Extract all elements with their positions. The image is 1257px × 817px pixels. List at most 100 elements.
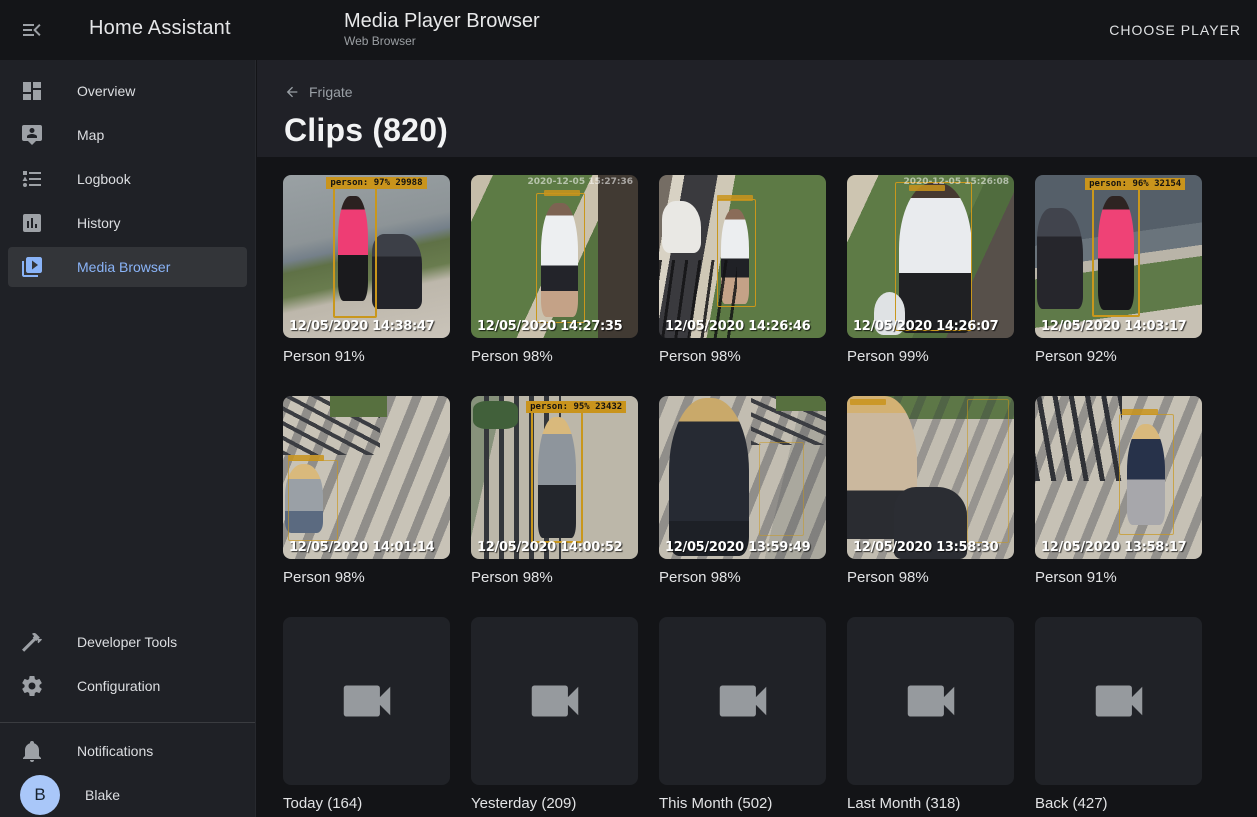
video-icon xyxy=(900,670,962,732)
media-folder-card[interactable]: Today (164) xyxy=(283,617,450,814)
detection-bbox xyxy=(536,193,584,323)
sidebar-item-label: History xyxy=(77,215,121,231)
clip-thumbnail: person: 97% 29988 12/05/2020 14:38:47 xyxy=(283,175,450,338)
media-clip-card[interactable]: person: 97% 29988 12/05/2020 14:38:47 Pe… xyxy=(283,175,450,367)
sidebar-item-label: Logbook xyxy=(77,171,131,187)
folder-tile xyxy=(283,617,450,785)
menu-open-icon[interactable] xyxy=(20,18,44,42)
app-title: Home Assistant xyxy=(89,17,231,40)
video-icon xyxy=(524,670,586,732)
media-clip-card[interactable]: 2020-12-05 15:26:08 12/05/2020 14:26:07 … xyxy=(847,175,1014,367)
clip-label: Person 98% xyxy=(283,568,450,588)
clip-thumbnail: 2020-12-05 15:26:08 12/05/2020 14:26:07 xyxy=(847,175,1014,338)
breadcrumb-label: Frigate xyxy=(309,84,353,100)
media-clip-card[interactable]: 12/05/2020 13:58:30 Person 98% xyxy=(847,396,1014,588)
bell-icon xyxy=(20,739,44,763)
detection-bbox xyxy=(895,182,972,332)
camera-timestamp: 2020-12-05 15:26:08 xyxy=(904,177,1009,187)
clip-label: Person 99% xyxy=(847,347,1014,367)
folder-tile xyxy=(471,617,638,785)
media-clip-card[interactable]: 12/05/2020 13:59:49 Person 98% xyxy=(659,396,826,588)
clip-label: Person 98% xyxy=(471,347,638,367)
detection-bbox xyxy=(759,442,804,537)
scene-shape xyxy=(1037,208,1084,309)
view-dashboard-icon xyxy=(20,79,44,103)
clip-timestamp-overlay: 12/05/2020 14:26:46 xyxy=(665,319,810,334)
detection-bbox xyxy=(1119,414,1174,535)
detection-tag-mini xyxy=(717,195,753,201)
media-browser-header: Frigate Clips (820) xyxy=(257,60,1257,157)
clip-timestamp-overlay: 12/05/2020 13:58:30 xyxy=(853,540,998,555)
clip-label: Person 91% xyxy=(283,347,450,367)
choose-player-button[interactable]: CHOOSE PLAYER xyxy=(1109,15,1241,45)
sidebar-item-label: Map xyxy=(77,127,104,143)
scene-shape xyxy=(1035,396,1122,481)
media-clip-card[interactable]: 12/05/2020 14:26:46 Person 98% xyxy=(659,175,826,367)
media-clip-card[interactable]: 12/05/2020 13:58:17 Person 91% xyxy=(1035,396,1202,588)
clip-timestamp-overlay: 12/05/2020 14:26:07 xyxy=(853,319,998,334)
folder-tile xyxy=(659,617,826,785)
media-clip-card[interactable]: 2020-12-05 15:27:36 12/05/2020 14:27:35 … xyxy=(471,175,638,367)
video-icon xyxy=(336,670,398,732)
video-icon xyxy=(1088,670,1150,732)
detection-tag-mini xyxy=(288,455,324,461)
camera-timestamp: 2020-12-05 15:27:36 xyxy=(528,177,633,187)
sidebar-item-overview[interactable]: Overview xyxy=(8,71,247,111)
sidebar-item-user[interactable]: B Blake xyxy=(8,775,247,815)
detection-tag-mini xyxy=(1122,409,1158,415)
sidebar-item-history[interactable]: History xyxy=(8,203,247,243)
detection-tag-mini xyxy=(850,399,886,405)
sidebar-item-media-browser[interactable]: Media Browser xyxy=(8,247,247,287)
folder-label: Back (427) xyxy=(1035,794,1202,814)
media-folder-card[interactable]: Back (427) xyxy=(1035,617,1202,814)
clip-label: Person 98% xyxy=(659,568,826,588)
sidebar-item-label: Media Browser xyxy=(77,259,170,275)
sidebar-item-label: Configuration xyxy=(77,678,160,694)
media-clip-card[interactable]: person: 96% 32154 12/05/2020 14:03:17 Pe… xyxy=(1035,175,1202,367)
clip-label: Person 91% xyxy=(1035,568,1202,588)
media-grid-area: person: 97% 29988 12/05/2020 14:38:47 Pe… xyxy=(257,157,1257,817)
media-folder-card[interactable]: Yesterday (209) xyxy=(471,617,638,814)
media-folder-card[interactable]: Last Month (318) xyxy=(847,617,1014,814)
sidebar: Overview Map Logbook History Media Brows… xyxy=(0,60,256,817)
sidebar-item-notifications[interactable]: Notifications xyxy=(8,731,247,771)
clip-thumbnail: 12/05/2020 13:58:17 xyxy=(1035,396,1202,559)
clip-label: Person 92% xyxy=(1035,347,1202,367)
sidebar-item-logbook[interactable]: Logbook xyxy=(8,159,247,199)
clip-thumbnail: 12/05/2020 14:26:46 xyxy=(659,175,826,338)
clip-timestamp-overlay: 12/05/2020 13:58:17 xyxy=(1041,540,1186,555)
clip-label: Person 98% xyxy=(847,568,1014,588)
detection-bbox xyxy=(288,460,338,542)
clip-timestamp-overlay: 12/05/2020 14:00:52 xyxy=(477,540,622,555)
arrow-left-icon xyxy=(284,84,300,100)
clip-thumbnail: 12/05/2020 14:01:14 xyxy=(283,396,450,559)
folder-label: Last Month (318) xyxy=(847,794,1014,814)
folder-label: Today (164) xyxy=(283,794,450,814)
tooltip-account-icon xyxy=(20,123,44,147)
hammer-icon xyxy=(20,630,44,654)
notifications-label: Notifications xyxy=(77,743,153,759)
detection-bbox xyxy=(967,399,1009,542)
scene-shape xyxy=(669,398,749,556)
media-clip-card[interactable]: person: 95% 23432 12/05/2020 14:00:52 Pe… xyxy=(471,396,638,588)
folder-tile xyxy=(847,617,1014,785)
sidebar-item-map[interactable]: Map xyxy=(8,115,247,155)
breadcrumb[interactable]: Frigate xyxy=(284,84,353,100)
sidebar-divider xyxy=(0,722,255,723)
sidebar-item-configuration[interactable]: Configuration xyxy=(8,666,247,706)
detection-tag: person: 96% 32154 xyxy=(1085,178,1185,190)
folder-label: Yesterday (209) xyxy=(471,794,638,814)
detection-bbox xyxy=(333,185,376,319)
sidebar-item-developer-tools[interactable]: Developer Tools xyxy=(8,622,247,662)
clip-thumbnail: person: 96% 32154 12/05/2020 14:03:17 xyxy=(1035,175,1202,338)
detection-bbox xyxy=(1092,186,1140,316)
clip-timestamp-overlay: 12/05/2020 14:03:17 xyxy=(1041,319,1186,334)
media-folder-card[interactable]: This Month (502) xyxy=(659,617,826,814)
video-icon xyxy=(712,670,774,732)
scene-shape xyxy=(473,401,518,429)
media-clip-card[interactable]: 12/05/2020 14:01:14 Person 98% xyxy=(283,396,450,588)
scene-shape xyxy=(372,234,422,309)
detection-bbox xyxy=(717,199,755,307)
scene-shape xyxy=(776,396,826,411)
detection-tag: person: 97% 29988 xyxy=(326,177,426,189)
